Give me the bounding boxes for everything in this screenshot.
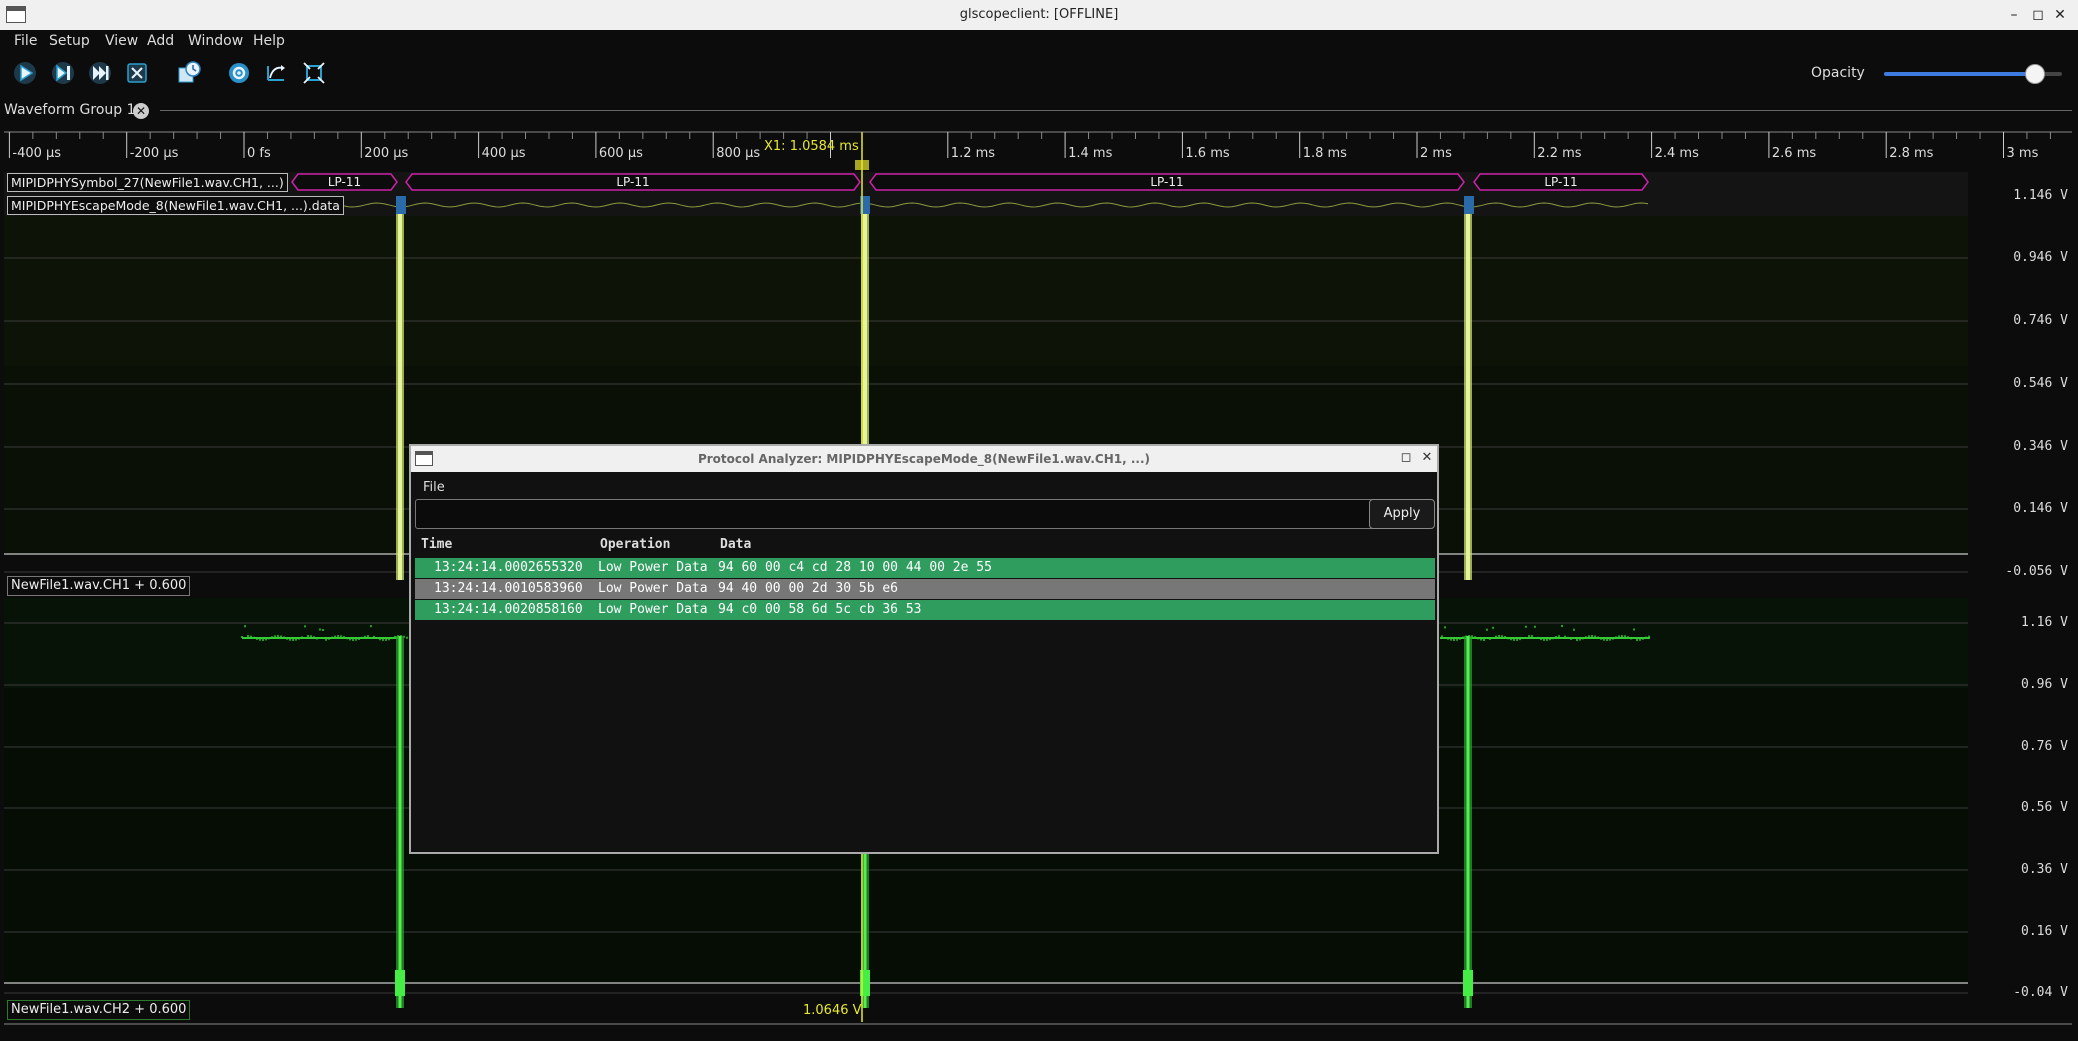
escape-marker[interactable]	[1464, 196, 1474, 214]
cursor-label: X1: 1.0584 ms	[764, 139, 859, 154]
timeline-tick-label: 200 µs	[364, 146, 408, 161]
voltage-scale-label: 1.16 V	[1990, 615, 2068, 630]
packet-data: 94 c0 00 58 6d 5c cb 36 53	[718, 600, 922, 620]
timeline-tick-label: 0 fs	[247, 146, 271, 161]
apply-button[interactable]: Apply	[1369, 499, 1435, 529]
packet-data: 94 60 00 c4 cd 28 10 00 44 00 2e 55	[718, 558, 992, 578]
ch2-edge-pulse-core	[1467, 636, 1470, 1008]
timeline-tick-label: 2.2 ms	[1537, 146, 1581, 161]
channel-2-label[interactable]: NewFile1.wav.CH2 + 0.600	[7, 1000, 190, 1020]
packet-operation: Low Power Data	[598, 600, 708, 620]
timeline-tick-label: -400 µs	[12, 146, 61, 161]
timeline-tick-label: 1.8 ms	[1303, 146, 1347, 161]
timeline-tick-label: 3 ms	[2007, 146, 2039, 161]
voltage-scale-label: -0.04 V	[1990, 985, 2068, 1000]
packet-row[interactable]: 13:24:14.0002655320 Low Power Data 94 60 0…	[415, 558, 1435, 578]
timeline-tick-label: 1.6 ms	[1185, 146, 1229, 161]
ch2-edge-peak	[395, 970, 405, 996]
voltage-scale-label: 0.546 V	[1990, 376, 2068, 391]
timeline-tick-label: 800 µs	[716, 146, 760, 161]
dialog-menu-file[interactable]: File	[423, 480, 445, 495]
timeline-tick-label: 1.4 ms	[1068, 146, 1112, 161]
voltage-scale-label: 0.36 V	[1990, 862, 2068, 877]
packet-time: 13:24:14.0020858160	[434, 600, 583, 620]
timeline-tick-label: 600 µs	[599, 146, 643, 161]
voltage-scale-label: 0.16 V	[1990, 924, 2068, 939]
timeline-tick-label: -200 µs	[130, 146, 179, 161]
packet-row[interactable]: 13:24:14.0020858160 Low Power Data 94 c0 0…	[415, 600, 1435, 620]
dialog-titlebar: Protocol Analyzer: MIPIDPHYEscapeMode_8(…	[411, 446, 1437, 472]
dialog-title: Protocol Analyzer: MIPIDPHYEscapeMode_8(…	[411, 452, 1437, 466]
voltage-scale-label: 0.96 V	[1990, 677, 2068, 692]
timeline-tick-label: 2 ms	[1420, 146, 1452, 161]
dialog-maximize-icon[interactable]: ◻	[1398, 450, 1414, 466]
cursor-readout: 1.0646 V	[803, 1003, 862, 1018]
timeline-tick-label: 400 µs	[482, 146, 526, 161]
packet-list: 13:24:14.0002655320 Low Power Data 94 60 0…	[415, 558, 1435, 621]
filter-input[interactable]	[415, 499, 1375, 529]
ch1-edge-pulse-core	[398, 200, 402, 580]
packet-time: 13:24:14.0010583960	[434, 579, 583, 599]
symbol-label-lp11[interactable]: LP-11	[1474, 175, 1648, 189]
channel-1-label[interactable]: NewFile1.wav.CH1 + 0.600	[7, 576, 190, 596]
voltage-scale-label: 0.746 V	[1990, 313, 2068, 328]
symbol-decode-label[interactable]: MIPIDPHYSymbol_27(NewFile1.wav.CH1, ...)	[7, 173, 288, 192]
dialog-close-icon[interactable]: ✕	[1419, 450, 1435, 466]
timeline-tick-label: 2.4 ms	[1655, 146, 1699, 161]
voltage-scale-label: 1.146 V	[1990, 188, 2068, 203]
packet-row[interactable]: 13:24:14.0010583960 Low Power Data 94 40 0…	[415, 579, 1435, 599]
voltage-scale-label: 0.146 V	[1990, 501, 2068, 516]
voltage-scale-label: -0.056 V	[1990, 564, 2068, 579]
voltage-scale-label: 0.76 V	[1990, 739, 2068, 754]
column-header-operation[interactable]: Operation	[600, 537, 670, 552]
ch2-edge-pulse-core	[399, 636, 402, 1008]
voltage-scale-label: 0.56 V	[1990, 800, 2068, 815]
ch2-edge-peak	[1463, 970, 1473, 996]
escape-decode-label[interactable]: MIPIDPHYEscapeMode_8(NewFile1.wav.CH1, .…	[7, 196, 344, 215]
timeline-tick-label: 2.8 ms	[1889, 146, 1933, 161]
column-header-time[interactable]: Time	[421, 537, 452, 552]
protocol-analyzer-dialog: Protocol Analyzer: MIPIDPHYEscapeMode_8(…	[409, 444, 1439, 854]
packet-operation: Low Power Data	[598, 558, 708, 578]
escape-marker[interactable]	[396, 196, 406, 214]
symbol-label-lp11[interactable]: LP-11	[870, 175, 1464, 189]
timeline-tick-label: 1.2 ms	[951, 146, 995, 161]
packet-operation: Low Power Data	[598, 579, 708, 599]
symbol-label-lp11[interactable]: LP-11	[406, 175, 860, 189]
ch1-edge-pulse-core	[1466, 200, 1470, 580]
symbol-label-lp11[interactable]: LP-11	[292, 175, 397, 189]
voltage-scale-label: 0.346 V	[1990, 439, 2068, 454]
voltage-scale-label: 0.946 V	[1990, 250, 2068, 265]
timeline-tick-label: 2.6 ms	[1772, 146, 1816, 161]
packet-data: 94 40 00 00 2d 30 5b e6	[718, 579, 898, 599]
packet-time: 13:24:14.0002655320	[434, 558, 583, 578]
column-header-data[interactable]: Data	[720, 537, 751, 552]
